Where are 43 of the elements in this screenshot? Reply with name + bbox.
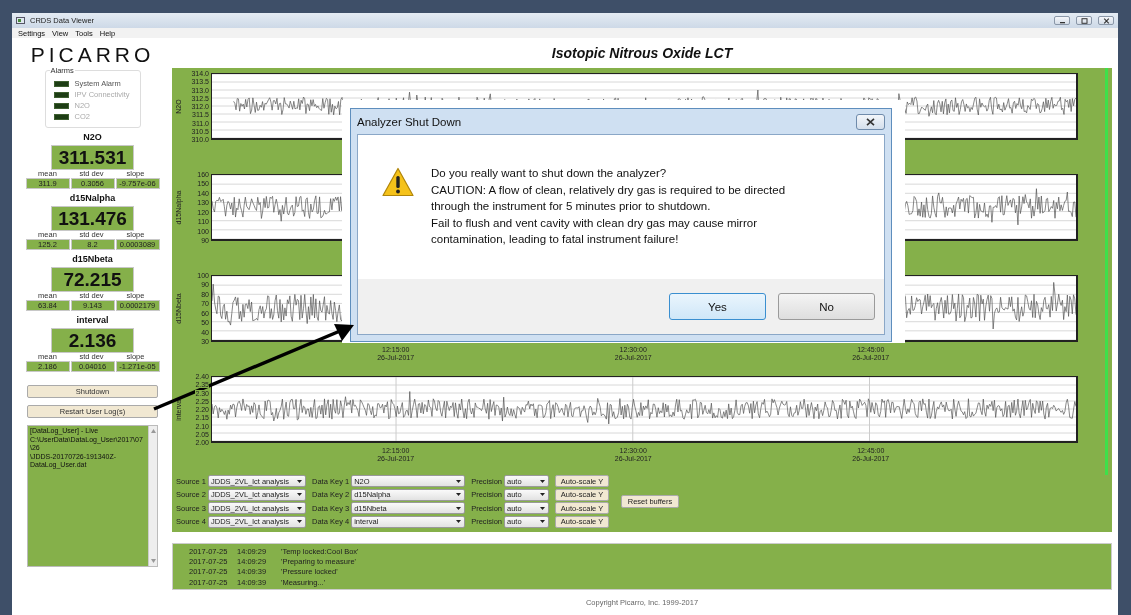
caret-icon xyxy=(297,493,303,496)
readout-value: 311.531 xyxy=(51,145,134,170)
dialog-message: Do you really want to shut down the analyzer? CAUTION: A flow of clean, relatively dry gas is required to be directed through the instrument for 5 minutes prior to shutdown. Fail to flush and vent cavity with clean dry gas may cause mirror contamination, leading to fatal instrument failure! xyxy=(431,166,786,247)
maximize-icon xyxy=(1080,17,1088,24)
scroll-down-icon xyxy=(150,559,156,563)
readout-name: d15Nalpha xyxy=(69,193,116,204)
close-icon xyxy=(1102,17,1110,24)
caret-icon xyxy=(297,506,303,510)
alarm-led xyxy=(53,113,69,120)
caret-icon xyxy=(456,520,462,523)
caret-icon xyxy=(540,520,545,523)
caret-icon xyxy=(456,493,462,496)
readout-value: 72.215 xyxy=(51,267,134,292)
no-button[interactable]: No xyxy=(778,293,875,320)
readout-value: 2.136 xyxy=(51,328,134,353)
alarm-led xyxy=(53,80,69,87)
caret-icon xyxy=(297,479,303,483)
alarm-led xyxy=(53,91,69,98)
readout-value: 131.476 xyxy=(51,206,134,231)
scrollbar[interactable] xyxy=(148,426,157,566)
caret-icon xyxy=(540,493,545,496)
readout-name: interval xyxy=(76,315,109,326)
close-button[interactable] xyxy=(1098,16,1114,25)
scroll-up-icon xyxy=(150,429,156,433)
close-icon xyxy=(866,117,875,126)
page-title: Isotopic Nitrous Oxide LCT xyxy=(551,45,733,61)
logo: PICARRO xyxy=(30,42,155,68)
readout-name: d15Nbeta xyxy=(72,254,113,265)
alarm-led xyxy=(53,102,69,109)
caret-icon xyxy=(456,479,462,483)
minimize-button[interactable] xyxy=(1054,16,1070,25)
caret-icon xyxy=(540,479,545,483)
dialog-title: Analyzer Shut Down xyxy=(357,115,462,128)
app-icon xyxy=(16,17,25,24)
scrollbar[interactable] xyxy=(1105,68,1108,475)
yes-button[interactable]: Yes xyxy=(669,293,766,320)
warning-icon xyxy=(382,167,414,197)
caret-icon xyxy=(456,506,462,510)
close-button[interactable] xyxy=(856,113,885,130)
readout-name: N2O xyxy=(83,132,102,143)
caret-icon xyxy=(540,506,545,510)
caret-icon xyxy=(297,520,303,523)
maximize-button[interactable] xyxy=(1076,16,1092,25)
